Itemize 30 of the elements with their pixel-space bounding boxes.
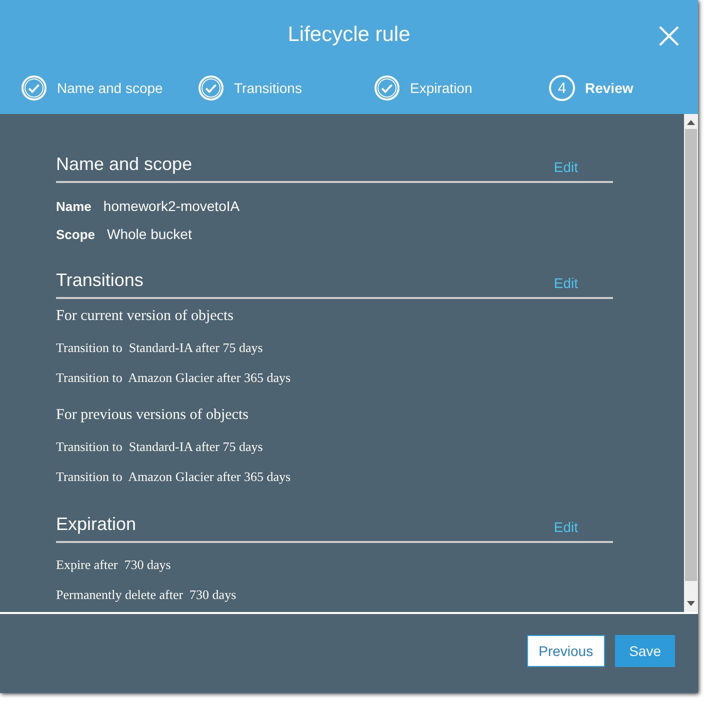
- step-label[interactable]: Review: [585, 80, 634, 96]
- field-label: Scope: [56, 226, 96, 242]
- field-value: Whole bucket: [107, 226, 192, 242]
- rule-text: Transition to Standard-IA after 75 days: [56, 438, 264, 456]
- scrollbar[interactable]: [684, 114, 698, 612]
- group-title: For previous versions of objects: [56, 407, 250, 424]
- field-value: homework2-movetoIA: [103, 198, 240, 214]
- edit-link[interactable]: Edit: [554, 275, 578, 291]
- section-heading: Name and scope: [56, 154, 192, 175]
- section-heading: Transitions: [56, 270, 144, 291]
- close-icon[interactable]: [658, 25, 680, 47]
- edit-link[interactable]: Edit: [554, 519, 578, 535]
- step-label[interactable]: Name and scope: [57, 80, 163, 96]
- rule-text: Transition to Amazon Glacier after 365 days: [56, 369, 292, 387]
- step-number: 4: [549, 75, 575, 101]
- dialog-title: Lifecycle rule: [288, 23, 410, 47]
- scroll-down-icon[interactable]: [687, 601, 695, 607]
- group-title: For current version of objects: [56, 308, 234, 325]
- step-label[interactable]: Transitions: [234, 80, 302, 96]
- rule-text: Transition to Standard-IA after 75 days: [56, 339, 264, 357]
- rule-text: Transition to Amazon Glacier after 365 days: [56, 468, 292, 486]
- save-button[interactable]: Save: [615, 635, 675, 667]
- previous-button[interactable]: Previous: [526, 635, 606, 667]
- section-heading: Expiration: [56, 514, 136, 535]
- scroll-up-icon[interactable]: [687, 119, 695, 125]
- rule-text: Permanently delete after 730 days: [56, 586, 238, 604]
- edit-link[interactable]: Edit: [554, 159, 578, 175]
- field-label: Name: [56, 198, 92, 214]
- step-label[interactable]: Expiration: [410, 80, 472, 96]
- rule-text: Expire after 730 days: [56, 556, 172, 574]
